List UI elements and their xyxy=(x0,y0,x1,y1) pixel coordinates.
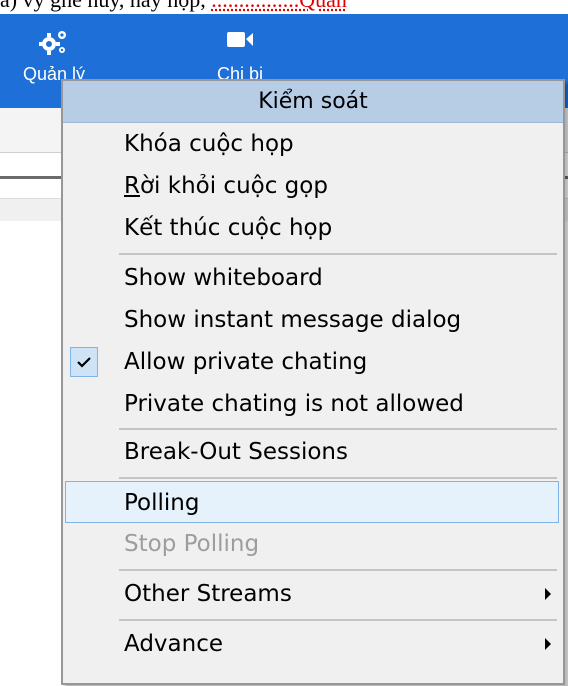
menu-separator xyxy=(119,253,557,255)
menu-item-polling[interactable]: Polling xyxy=(65,481,559,523)
document-text-strip: ả) vý ghe hủy, hây hộp, ................… xyxy=(0,0,568,14)
menu-item-stop-polling: Stop Polling xyxy=(63,523,563,565)
menu-item-advance[interactable]: Advance xyxy=(63,623,563,665)
menu-item-label: Khóa cuộc họp xyxy=(124,131,294,157)
control-context-menu: Kiểm soát Khóa cuộc họp Rời khỏi cuộc gọ… xyxy=(61,79,565,685)
menu-item-label: Private chating is not allowed xyxy=(124,391,464,417)
menu-item-break-out-sessions[interactable]: Break-Out Sessions xyxy=(63,431,563,473)
submenu-arrow-icon xyxy=(545,638,551,650)
gears-icon xyxy=(38,28,69,60)
checkmark-icon xyxy=(70,347,98,377)
menu-header: Kiểm soát xyxy=(63,81,563,123)
submenu-arrow-icon xyxy=(545,588,551,600)
menu-item-allow-private-chat[interactable]: Allow private chating xyxy=(63,341,563,383)
menu-item-label: Polling xyxy=(124,490,200,516)
menu-item-end-meeting[interactable]: Kết thúc cuộc họp xyxy=(63,207,563,249)
menu-item-label: Other Streams xyxy=(124,581,292,607)
menu-separator xyxy=(119,619,557,621)
menu-separator xyxy=(119,569,557,571)
menu-item-label: Rời khỏi cuộc gọp xyxy=(124,173,328,199)
menu-separator xyxy=(119,477,557,479)
menu-item-other-streams[interactable]: Other Streams xyxy=(63,573,563,615)
menu-item-label: Allow private chating xyxy=(124,349,368,375)
menu-item-show-whiteboard[interactable]: Show whiteboard xyxy=(63,257,563,299)
menu-item-label: Show whiteboard xyxy=(124,265,323,291)
menu-item-show-instant-message[interactable]: Show instant message dialog xyxy=(63,299,563,341)
menu-item-label: Break-Out Sessions xyxy=(124,439,348,465)
menu-item-label: Stop Polling xyxy=(124,531,260,557)
menu-item-private-chat-not-allowed[interactable]: Private chating is not allowed xyxy=(63,383,563,425)
menu-item-leave-meeting[interactable]: Rời khỏi cuộc gọp xyxy=(63,165,563,207)
menu-separator xyxy=(119,428,557,430)
video-camera-icon xyxy=(225,28,255,54)
menu-item-label: Show instant message dialog xyxy=(124,307,462,333)
menu-item-lock-meeting[interactable]: Khóa cuộc họp xyxy=(63,123,563,165)
document-text: ả) vý ghe hủy, hây hộp, ................… xyxy=(0,0,347,12)
menu-item-label: Advance xyxy=(124,631,224,657)
menu-item-label: Kết thúc cuộc họp xyxy=(124,215,333,241)
